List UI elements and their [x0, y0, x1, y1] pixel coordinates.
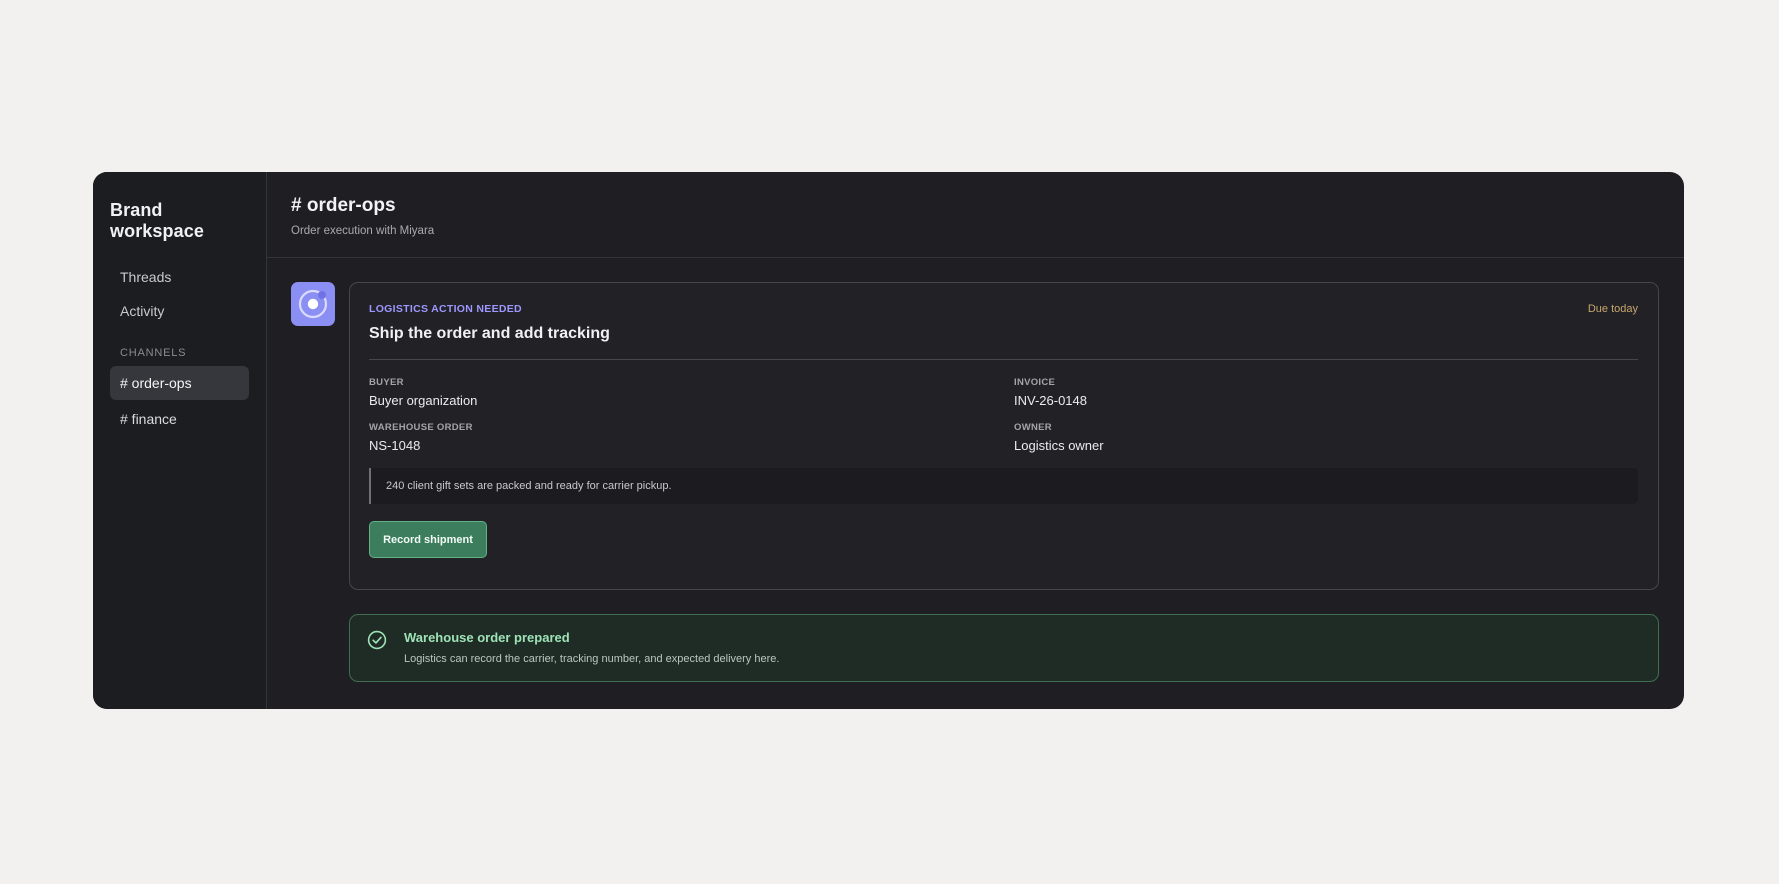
field-value: INV-26-0148 — [1014, 393, 1087, 408]
check-circle-icon — [367, 630, 387, 650]
field-value: Logistics owner — [1014, 438, 1104, 453]
task-title: Ship the order and add tracking — [369, 325, 610, 342]
main-panel: # order-ops Order execution with Miyara … — [267, 172, 1684, 709]
channel-title: # order-ops — [291, 195, 396, 216]
field-label: OWNER — [1014, 422, 1052, 433]
field-invoice: INVOICE INV-26-0148 — [1014, 377, 1638, 408]
task-fields: BUYER Buyer organization INVOICE INV-26-… — [369, 377, 1638, 453]
field-owner: OWNER Logistics owner — [1014, 422, 1638, 453]
due-badge: Due today — [1587, 303, 1638, 315]
field-buyer: BUYER Buyer organization — [369, 377, 1014, 408]
record-shipment-button[interactable]: Record shipment — [369, 521, 487, 558]
success-subtitle: Logistics can record the carrier, tracki… — [404, 653, 780, 665]
success-banner: Warehouse order prepared Logistics can r… — [349, 614, 1659, 682]
field-label: BUYER — [369, 377, 404, 388]
card-divider — [369, 359, 1638, 360]
workspace-name: Brand workspace — [110, 200, 204, 241]
field-value: NS-1048 — [369, 438, 421, 453]
field-label: WAREHOUSE ORDER — [369, 422, 473, 433]
sidebar-item-finance[interactable]: # finance — [110, 402, 249, 436]
field-warehouse-order: WAREHOUSE ORDER NS-1048 — [369, 422, 1014, 453]
ring-logo-icon — [291, 282, 335, 326]
sidebar-item-order-ops[interactable]: # order-ops — [110, 366, 249, 400]
app-window: Brand workspace Threads Activity CHANNEL… — [93, 172, 1684, 709]
task-tag: LOGISTICS ACTION NEEDED — [369, 303, 522, 315]
success-title: Warehouse order prepared — [404, 630, 570, 645]
channel-header: # order-ops Order execution with Miyara — [267, 172, 1684, 258]
avatar-logo — [298, 289, 328, 319]
task-note: 240 client gift sets are packed and read… — [369, 468, 1638, 504]
field-value: Buyer organization — [369, 393, 478, 408]
channel-subtitle: Order execution with Miyara — [291, 225, 435, 237]
task-card: LOGISTICS ACTION NEEDED Due today Ship t… — [349, 282, 1659, 590]
sidebar: Brand workspace Threads Activity CHANNEL… — [93, 172, 267, 709]
channels-section-label: CHANNELS — [120, 347, 187, 359]
sidebar-item-activity[interactable]: Activity — [110, 294, 249, 328]
field-label: INVOICE — [1014, 377, 1056, 388]
sidebar-item-threads[interactable]: Threads — [110, 260, 249, 294]
